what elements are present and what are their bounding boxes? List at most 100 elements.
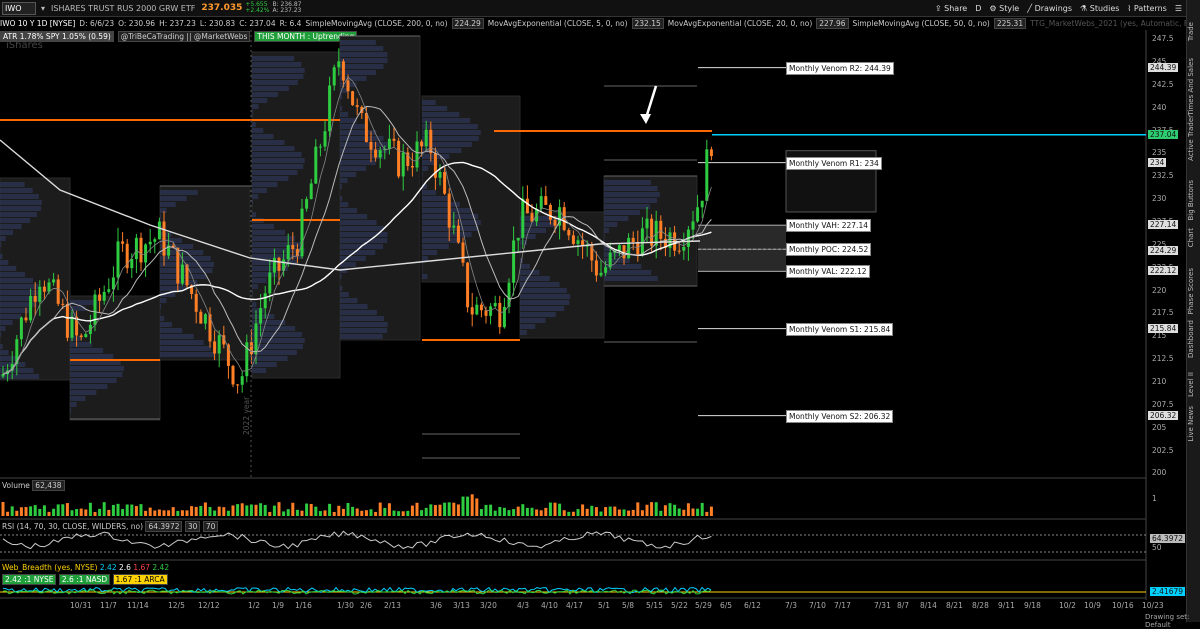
- volume-profile-bar: [0, 350, 9, 355]
- volume-bar: [659, 511, 662, 516]
- volume-bar: [687, 503, 690, 516]
- volume-profile-bar: [160, 316, 164, 321]
- volume-profile-bar: [0, 236, 6, 241]
- volume-bar: [572, 512, 575, 516]
- volume-profile-bar: [252, 158, 305, 163]
- date-tick-label: 1/9: [272, 601, 284, 610]
- volume-bar: [563, 510, 566, 516]
- volume-bar: [397, 511, 400, 516]
- candle-body: [236, 384, 239, 385]
- volume-bar: [356, 508, 359, 516]
- date-tick-label: 8/14: [920, 601, 937, 610]
- candle-body: [452, 226, 455, 228]
- volume-bar: [701, 503, 704, 516]
- venom-level-label: Monthly VAL: 222.12: [786, 265, 870, 278]
- candle-body: [84, 334, 87, 337]
- price-box: 237.04: [1148, 130, 1178, 139]
- price-tick-label: 220: [1152, 286, 1166, 295]
- volume-bar: [494, 511, 497, 516]
- volume-profile-bar: [340, 160, 376, 165]
- volume-bar: [2, 502, 5, 516]
- volume-profile-bar: [0, 212, 37, 217]
- volume-profile-bar: [340, 304, 368, 309]
- candle-body: [149, 242, 152, 245]
- candle-body: [388, 139, 391, 149]
- candle-body: [526, 199, 529, 213]
- sidebar-tab[interactable]: Live News: [1187, 406, 1200, 441]
- price-box: 206.32: [1148, 411, 1178, 420]
- volume-profile-bar: [252, 368, 266, 373]
- volume-profile-bar: [0, 272, 25, 277]
- sidebar-tab[interactable]: Dashboard: [1187, 320, 1200, 358]
- candle-body: [600, 273, 603, 276]
- volume-bar: [305, 504, 308, 516]
- volume-bar: [172, 507, 175, 516]
- candle-body: [521, 199, 524, 238]
- volume-bar: [590, 506, 593, 516]
- candle-body: [333, 67, 336, 85]
- price-tick-label: 235: [1152, 148, 1166, 157]
- volume-profile-bar: [340, 208, 357, 213]
- date-tick-label: 10/16: [1112, 601, 1134, 610]
- candle-body: [66, 304, 69, 338]
- sidebar-tab[interactable]: Chart: [1187, 228, 1200, 247]
- volume-bar: [452, 503, 455, 516]
- volume-profile-bar: [252, 188, 267, 193]
- candle-body: [103, 292, 106, 301]
- volume-bar: [149, 508, 152, 516]
- date-tick-label: 11/7: [100, 601, 117, 610]
- drawing-set-label[interactable]: Drawing set: Default: [1145, 613, 1200, 629]
- volume-profile-bar: [0, 206, 41, 211]
- volume-profile-bar: [520, 330, 527, 335]
- sidebar-tab[interactable]: Level II: [1187, 372, 1200, 397]
- volume-bar: [613, 507, 616, 516]
- volume-profile-bar: [252, 128, 263, 133]
- breadth-panel-label: Web_Breadth (yes, NYSE) 2.42 2.6 1.67 2.…: [2, 563, 169, 572]
- sidebar-tab[interactable]: Phase Scores: [1187, 268, 1200, 314]
- rsi-value: 64.3972: [145, 521, 182, 532]
- value-area-block: [340, 36, 420, 340]
- volume-profile-bar: [340, 328, 387, 333]
- volume-bar: [402, 511, 405, 516]
- volume-bar: [11, 506, 14, 516]
- volume-profile-bar: [604, 198, 657, 203]
- price-tick-label: 207.5: [1152, 400, 1173, 409]
- volume-bar: [264, 505, 267, 516]
- price-tick-label: 200: [1152, 468, 1166, 477]
- date-tick-label: 4/3: [517, 601, 529, 610]
- volume-profile-bar: [252, 182, 278, 187]
- volume-bar: [411, 506, 414, 516]
- volume-profile-bar: [340, 172, 356, 177]
- volume-profile-bar: [0, 260, 8, 265]
- volume-bar: [222, 507, 225, 516]
- volume-profile-bar: [0, 194, 39, 199]
- candle-body: [365, 113, 368, 142]
- volume-bar: [250, 504, 253, 516]
- volume-profile-bar: [340, 238, 387, 243]
- candle-body: [636, 242, 639, 255]
- volume-panel-label: Volume 62,438: [2, 481, 65, 490]
- sidebar-tab[interactable]: Trade: [1187, 22, 1200, 41]
- volume-profile-bar: [520, 276, 550, 281]
- price-tick-label: 205: [1152, 423, 1166, 432]
- volume-profile-bar: [0, 278, 33, 283]
- volume-profile-bar: [160, 196, 187, 201]
- candle-body: [480, 305, 483, 311]
- volume-bar: [567, 512, 570, 516]
- volume-profile-bar: [422, 244, 449, 249]
- candle-body: [425, 130, 428, 147]
- volume-bar: [664, 505, 667, 516]
- candle-body: [43, 287, 46, 292]
- sidebar-tab[interactable]: Big Buttons: [1187, 180, 1200, 221]
- volume-profile-bar: [70, 396, 85, 401]
- volume-profile-bar: [520, 246, 521, 251]
- candle-body: [48, 282, 51, 291]
- volume-profile-bar: [0, 218, 30, 223]
- candle-body: [646, 219, 649, 229]
- volume-profile-bar: [340, 322, 388, 327]
- sidebar-tab[interactable]: Active Trader: [1187, 115, 1200, 161]
- sidebar-tab[interactable]: Times And Sales: [1187, 58, 1200, 116]
- volume-bar: [195, 507, 198, 516]
- volume-bar: [121, 509, 124, 516]
- rsi-line: [3, 531, 711, 548]
